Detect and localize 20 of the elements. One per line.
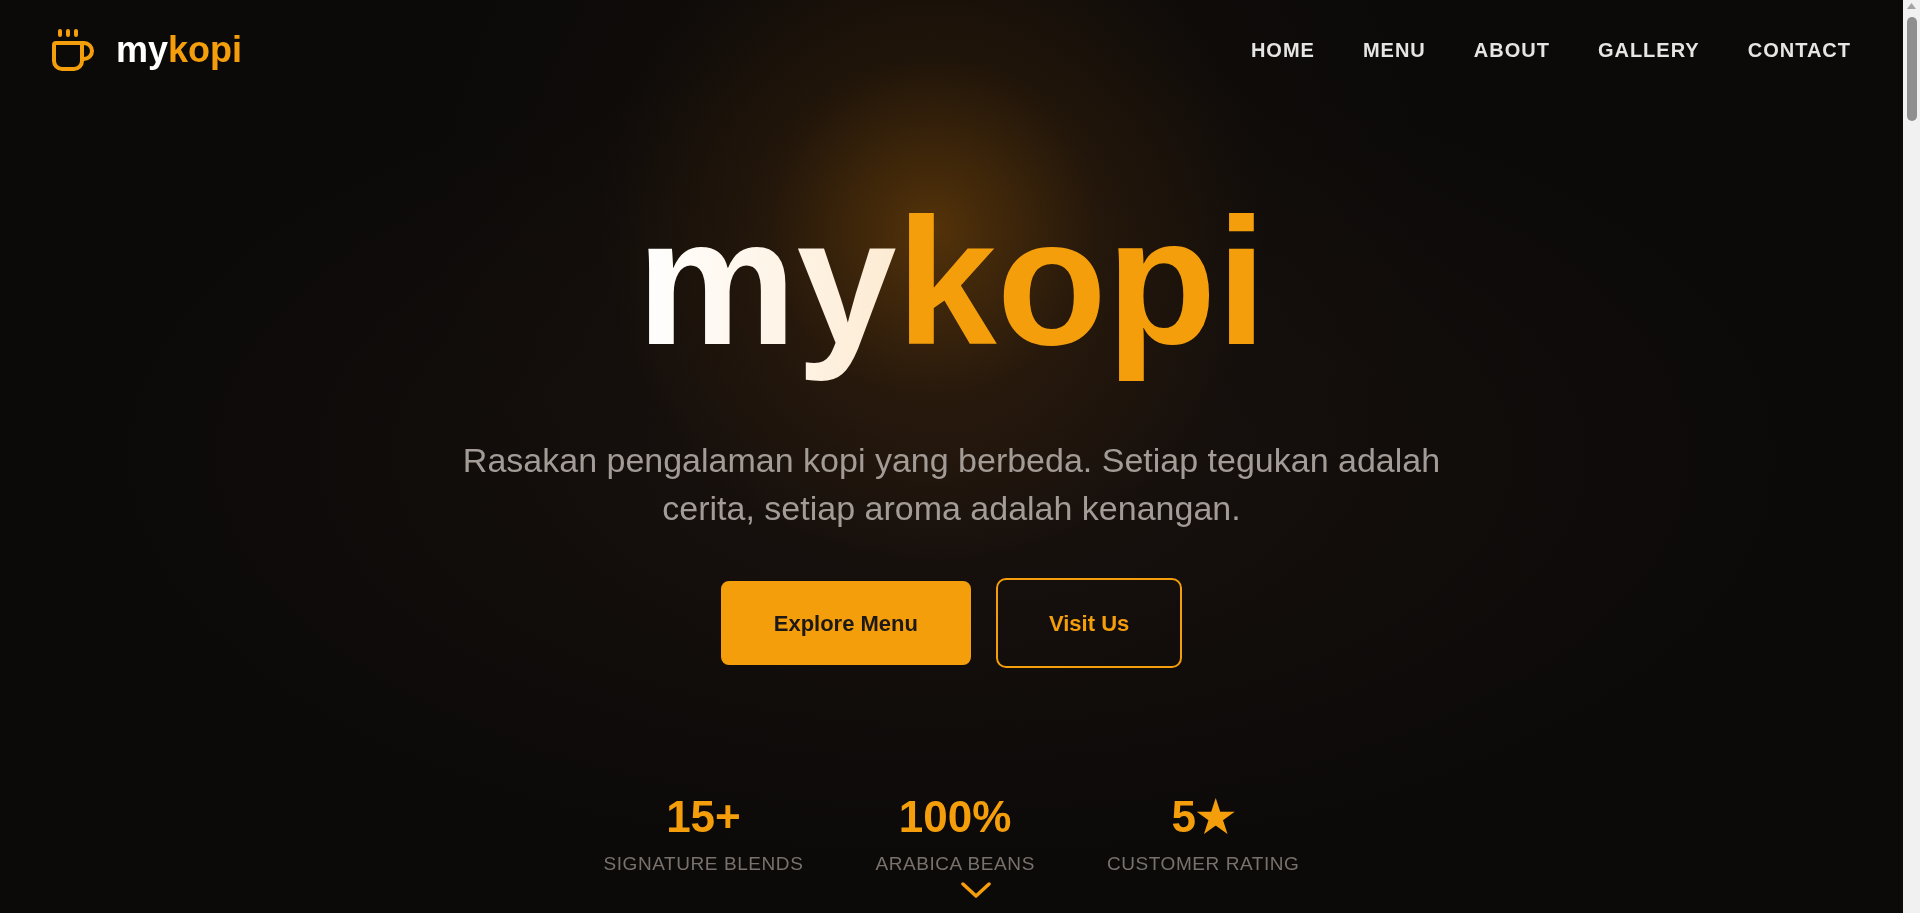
scrollbar-thumb[interactable] <box>1906 17 1917 121</box>
stat-value: 100% <box>898 791 1012 843</box>
stat-value: 15+ <box>666 791 741 843</box>
nav-link[interactable]: MENU <box>1362 35 1426 65</box>
logo-text[interactable]: mykopi <box>116 28 243 72</box>
hero-title: mykopi <box>635 180 1268 384</box>
nav-link[interactable]: CONTACT <box>1747 35 1851 65</box>
hero-subtitle: Rasakan pengalaman kopi yang berbeda. Setiap tegukan adalah cerita, setiap aroma adalah kenangan. <box>461 440 1442 529</box>
stat-label: CUSTOMER RATING <box>1106 852 1300 876</box>
chevron-down-icon <box>960 882 991 898</box>
nav-link[interactable]: ABOUT <box>1473 35 1550 65</box>
stat-label: SIGNATURE BLENDS <box>603 852 804 876</box>
primary-button[interactable]: Explore Menu <box>720 581 971 665</box>
nav-link[interactable]: GALLERY <box>1597 35 1700 65</box>
stat-value: 5★ <box>1171 791 1235 843</box>
outline-button[interactable]: Visit Us <box>995 578 1183 668</box>
coffee-cup-icon <box>52 29 94 71</box>
nav-link[interactable]: HOME <box>1250 35 1315 65</box>
stat-label: ARABICA BEANS <box>875 852 1035 876</box>
scroll-up-arrow-icon[interactable] <box>1907 3 1916 9</box>
